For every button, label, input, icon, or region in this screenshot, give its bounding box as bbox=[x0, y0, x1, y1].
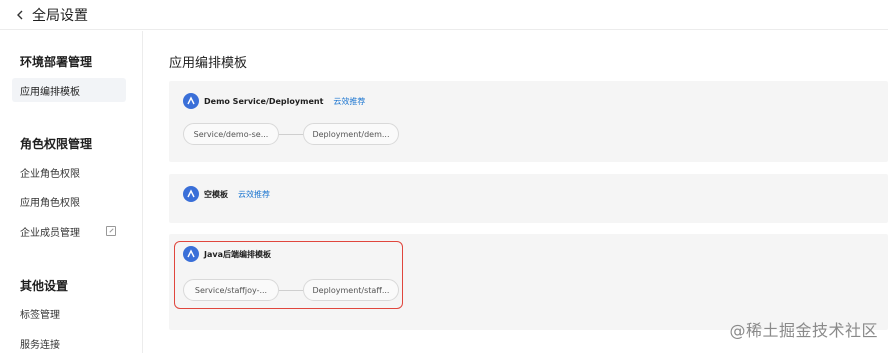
sidebar-item-app-templates[interactable]: 应用编排模板 bbox=[12, 78, 126, 102]
node-pill[interactable]: Deployment/dem... bbox=[303, 123, 399, 145]
template-card-header: Demo Service/Deployment 云效推荐 bbox=[183, 93, 365, 109]
sidebar-item-label: 应用编排模板 bbox=[20, 83, 80, 98]
sidebar-item-enterprise-members[interactable]: 企业成员管理 bbox=[12, 219, 126, 243]
sidebar-item-app-roles[interactable]: 应用角色权限 bbox=[12, 189, 126, 213]
recommended-link[interactable]: 云效推荐 bbox=[238, 189, 270, 200]
sidebar-item-service-connections[interactable]: 服务连接 bbox=[12, 331, 126, 355]
nav-group-env-deploy: 环境部署管理 bbox=[20, 53, 92, 70]
node-connector bbox=[279, 134, 303, 135]
app-logo-icon bbox=[183, 93, 199, 109]
sidebar-item-enterprise-roles[interactable]: 企业角色权限 bbox=[12, 160, 126, 184]
page-title: 全局设置 bbox=[32, 5, 88, 25]
nav-group-role-perm: 角色权限管理 bbox=[20, 135, 92, 152]
sidebar-item-tags[interactable]: 标签管理 bbox=[12, 301, 126, 325]
external-link-icon bbox=[106, 226, 116, 236]
recommended-link[interactable]: 云效推荐 bbox=[333, 96, 365, 107]
nav-group-other: 其他设置 bbox=[20, 277, 68, 294]
sidebar-item-label: 服务连接 bbox=[20, 336, 60, 351]
chevron-left-icon[interactable] bbox=[14, 9, 26, 21]
top-bar: 全局设置 bbox=[0, 0, 888, 30]
back-button[interactable]: 全局设置 bbox=[14, 5, 88, 25]
app-logo-icon bbox=[183, 186, 199, 202]
node-pill[interactable]: Service/demo-se... bbox=[183, 123, 279, 145]
template-card[interactable]: Demo Service/Deployment 云效推荐 Service/dem… bbox=[169, 81, 888, 162]
sidebar-item-label: 企业角色权限 bbox=[20, 165, 80, 180]
highlight-annotation bbox=[174, 241, 403, 309]
sidebar-item-label: 企业成员管理 bbox=[20, 224, 80, 239]
sidebar: 环境部署管理 应用编排模板 角色权限管理 企业角色权限 应用角色权限 企业成员管… bbox=[0, 31, 143, 353]
template-card-header: 空模板 云效推荐 bbox=[183, 186, 270, 202]
template-name: 空模板 bbox=[204, 189, 228, 200]
watermark: @稀土掘金技术社区 bbox=[729, 317, 878, 341]
sidebar-item-label: 标签管理 bbox=[20, 306, 60, 321]
section-title: 应用编排模板 bbox=[169, 52, 247, 71]
template-card[interactable]: 空模板 云效推荐 bbox=[169, 174, 888, 223]
sidebar-item-label: 应用角色权限 bbox=[20, 194, 80, 209]
template-name: Demo Service/Deployment bbox=[204, 97, 323, 106]
